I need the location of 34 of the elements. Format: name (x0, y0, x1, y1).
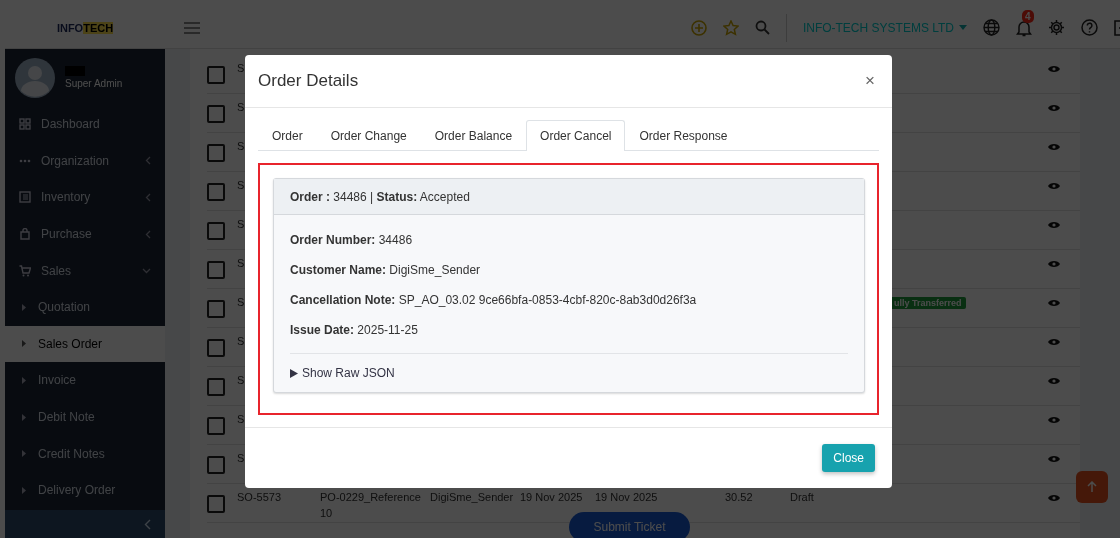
table-cell: S (237, 452, 245, 464)
table-cell: DigiSme_Sender (430, 491, 514, 503)
table-cell: 30.52 (725, 491, 753, 503)
table-cell: S (237, 179, 245, 191)
close-button[interactable]: Close (822, 444, 875, 472)
table-cell: S (237, 101, 245, 113)
detail-line: Cancellation Note: SP_AO_03.02 9ce66bfa-0853-4cbf-820c-8ab3d0d26f3a (290, 292, 698, 309)
tab[interactable]: Order (258, 120, 317, 151)
table-cell: S (237, 374, 245, 386)
tab[interactable]: Order Cancel (526, 120, 626, 151)
table-cell: S (237, 62, 245, 74)
table-cell: S (237, 296, 245, 308)
detail-line: Customer Name: DigiSme_Sender (290, 262, 482, 279)
table-cell: S (237, 140, 245, 152)
triangle-icon (290, 368, 298, 378)
table-cell: 19 Nov 2025 (520, 491, 583, 503)
order-summary: Order : 34486 | Status: Accepted (290, 189, 470, 204)
user-role: Super Admin (65, 78, 123, 89)
table-cell: S (237, 413, 245, 425)
close-button[interactable]: × (861, 71, 879, 91)
table-cell: 19 Nov 2025 (595, 491, 658, 503)
table-cell: SO-5573 (237, 491, 282, 503)
detail-line: Order Number: 34486 (290, 232, 414, 249)
tab[interactable]: Order Balance (420, 120, 527, 151)
raw-json-toggle[interactable]: Show Raw JSON (290, 360, 395, 386)
tab[interactable]: Order Response (625, 120, 742, 151)
table-cell: S (237, 257, 245, 269)
dialog-title: Order Details (258, 71, 359, 91)
table-cell: S (237, 335, 245, 347)
table-cell: S (237, 218, 245, 230)
table-cell: PO-0229_Reference 10 (320, 491, 421, 519)
table-cell: Draft (790, 491, 814, 503)
detail-line: Issue Date: 2025-11-25 (290, 322, 419, 339)
tab[interactable]: Order Change (316, 120, 421, 151)
